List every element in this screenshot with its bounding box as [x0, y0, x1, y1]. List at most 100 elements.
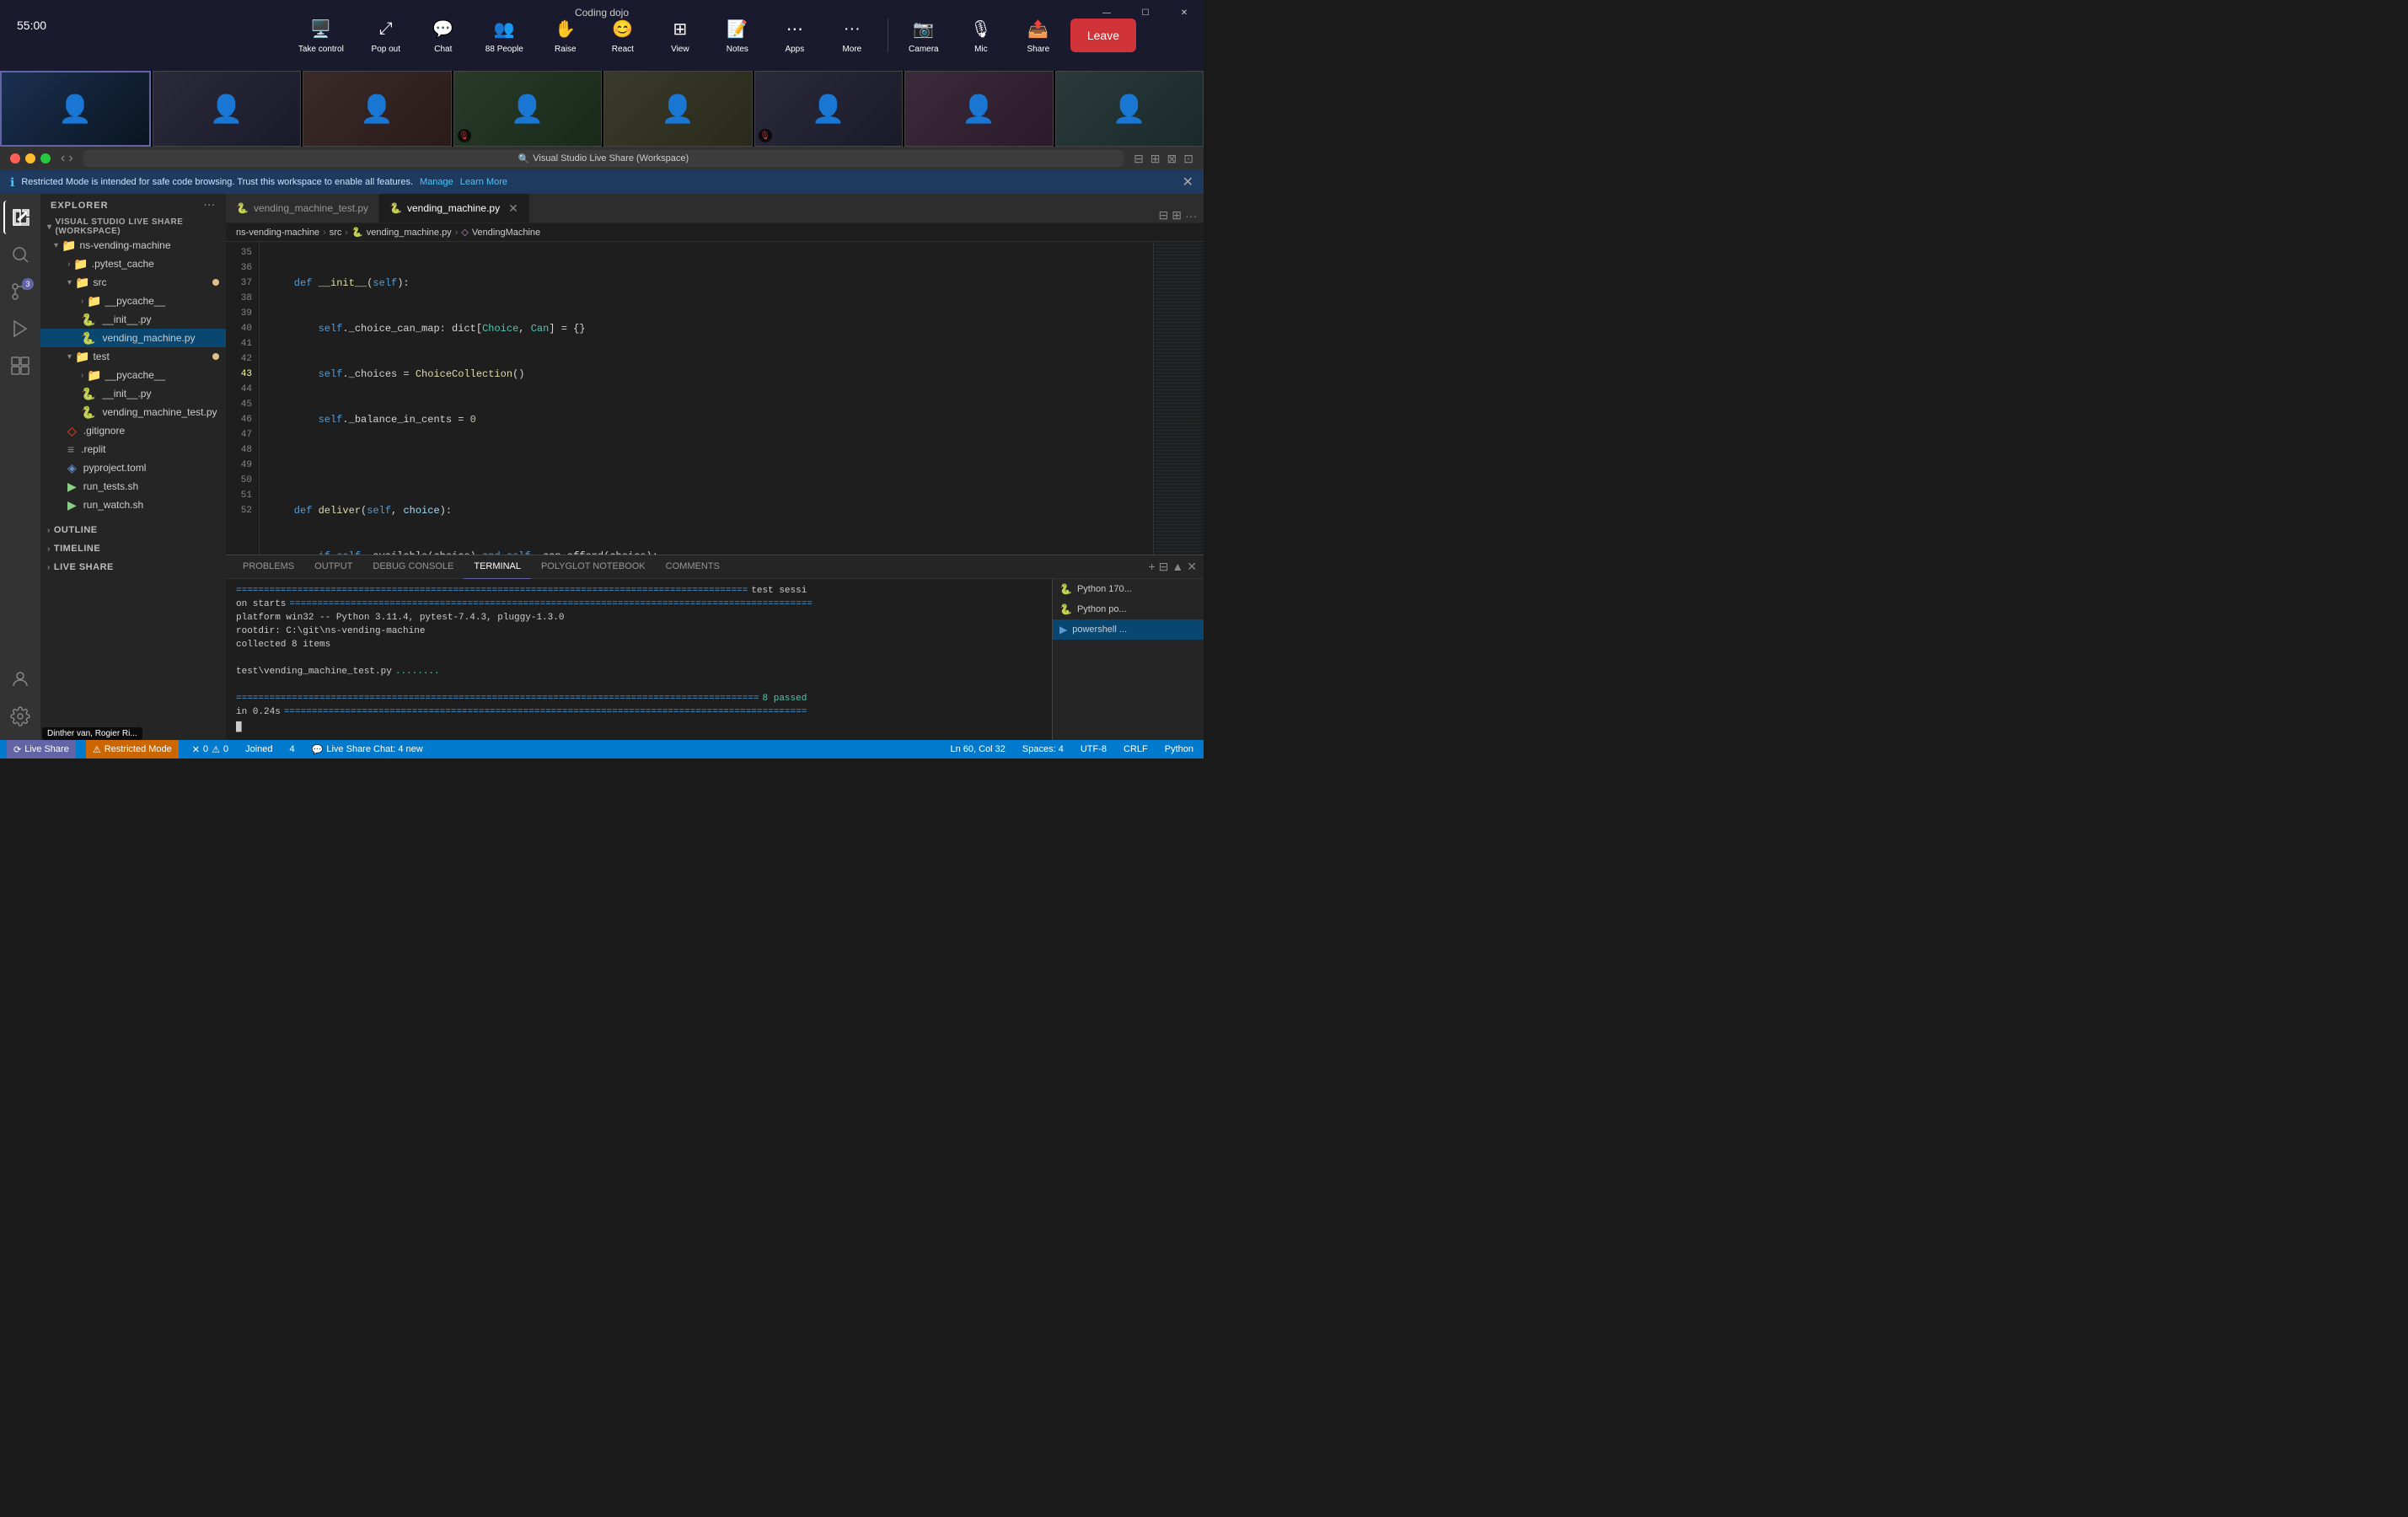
breadcrumb-part-3[interactable]: vending_machine.py [367, 228, 452, 238]
file-init-test[interactable]: 🐍 __init__.py [40, 384, 226, 403]
camera-button[interactable]: 📷 Camera [898, 11, 949, 61]
folder-pycache-test[interactable]: › 📁 __pycache__ [40, 366, 226, 384]
split-editor-button[interactable]: ⊟ [1159, 208, 1169, 222]
file-gitignore[interactable]: ◇ .gitignore [40, 421, 226, 440]
apps-button[interactable]: ⋯ Apps [770, 11, 820, 61]
notes-button[interactable]: 📝 Notes [712, 11, 763, 61]
breadcrumb-part-2[interactable]: src [330, 228, 342, 238]
file-vending-machine-test[interactable]: 🐍 vending_machine_test.py [40, 403, 226, 421]
terminal-maximize-button[interactable]: ▲ [1172, 560, 1183, 574]
raise-button[interactable]: ✋ Raise [540, 11, 591, 61]
folder-src[interactable]: ▾ 📁 src [40, 273, 226, 292]
breadcrumb-part-1[interactable]: ns-vending-machine [236, 228, 319, 238]
grid-icon[interactable]: ⊡ [1183, 152, 1193, 166]
folder-test[interactable]: ▾ 📁 test [40, 347, 226, 366]
file-run-watch[interactable]: ▶ run_watch.sh [40, 496, 226, 514]
activity-extensions[interactable] [3, 349, 37, 383]
learn-more-link[interactable]: Learn More [460, 177, 507, 187]
video-thumb-6[interactable]: 👤 🎙 [754, 71, 904, 147]
activity-account[interactable] [3, 662, 37, 696]
terminal-tab-comments[interactable]: COMMENTS [656, 555, 730, 579]
activity-search[interactable] [3, 238, 37, 271]
folder-pycache-src[interactable]: › 📁 __pycache__ [40, 292, 226, 310]
layout-icon[interactable]: ⊞ [1150, 152, 1161, 166]
file-pyproject[interactable]: ◈ pyproject.toml [40, 458, 226, 477]
code-content[interactable]: def __init__(self): self._choice_can_map… [260, 242, 1153, 555]
activity-explorer[interactable] [3, 201, 37, 234]
live-share-status[interactable]: ⟳ Live Share [7, 740, 76, 758]
add-terminal-button[interactable]: + [1148, 560, 1155, 574]
joined-status[interactable]: Joined [242, 740, 276, 758]
outline-section[interactable]: › OUTLINE [40, 521, 226, 539]
live-share-section[interactable]: › LIVE SHARE [40, 558, 226, 576]
explorer-menu-button[interactable]: ··· [204, 201, 216, 211]
leave-button[interactable]: Leave [1070, 19, 1136, 52]
terminal-close-button[interactable]: ✕ [1187, 560, 1197, 574]
file-init-src[interactable]: 🐍 __init__.py [40, 310, 226, 329]
spaces-status[interactable]: Spaces: 4 [1019, 740, 1067, 758]
terminal-tab-polyglot[interactable]: POLYGLOT NOTEBOOK [531, 555, 656, 579]
language-status[interactable]: Python [1161, 740, 1197, 758]
view-button[interactable]: ⊞ View [655, 11, 705, 61]
workspace-folder[interactable]: ▾ VISUAL STUDIO LIVE SHARE (WORKSPACE) [40, 217, 226, 236]
terminal-panel-powershell[interactable]: ▶ powershell ... [1053, 619, 1204, 640]
video-thumb-4[interactable]: 👤 🎙 [453, 71, 603, 147]
tab-vending-machine-test[interactable]: 🐍 vending_machine_test.py [226, 194, 379, 222]
video-thumb-7[interactable]: 👤 [904, 71, 1054, 147]
address-bar[interactable]: 🔍 Visual Studio Live Share (Workspace) [83, 150, 1124, 167]
share-button[interactable]: 📤 Share [1013, 11, 1064, 61]
panel-layout-icon[interactable]: ⊠ [1167, 152, 1177, 166]
tabs-status[interactable]: 4 [287, 740, 298, 758]
close-button[interactable]: ✕ [1165, 0, 1204, 25]
errors-status[interactable]: ✕ 0 ⚠ 0 [189, 740, 232, 758]
terminal-tab-debug[interactable]: DEBUG CONSOLE [362, 555, 464, 579]
forward-arrow[interactable]: › [68, 151, 72, 166]
notification-close[interactable]: ✕ [1183, 174, 1193, 190]
activity-debug[interactable] [3, 312, 37, 346]
terminal-tab-terminal[interactable]: TERMINAL [464, 555, 531, 579]
minimize-dot[interactable] [25, 153, 35, 163]
manage-link[interactable]: Manage [420, 177, 453, 187]
more-editor-actions[interactable]: ··· [1185, 209, 1197, 222]
activity-source-control[interactable]: 3 [3, 275, 37, 308]
chat-button[interactable]: 💬 Chat [418, 11, 469, 61]
fullscreen-dot[interactable] [40, 153, 51, 163]
encoding-status[interactable]: UTF-8 [1077, 740, 1110, 758]
folder-ns-vending-machine[interactable]: ▾ 📁 ns-vending-machine [40, 236, 226, 255]
terminal-tab-output[interactable]: OUTPUT [304, 555, 362, 579]
video-thumb-1[interactable]: 👤 [0, 71, 151, 147]
tab-close-button[interactable]: ✕ [508, 201, 518, 216]
video-thumb-3[interactable]: 👤 [303, 71, 452, 147]
restricted-mode-status[interactable]: ⚠ Restricted Mode [86, 740, 179, 758]
terminal-split-button[interactable]: ⊟ [1159, 560, 1169, 574]
timeline-section[interactable]: › TIMELINE [40, 539, 226, 558]
split-editor-icon[interactable]: ⊟ [1134, 152, 1144, 166]
ln-col-status[interactable]: Ln 60, Col 32 [947, 740, 1008, 758]
terminal-panel-python-1[interactable]: 🐍 Python 170... [1053, 579, 1204, 599]
video-thumb-8[interactable]: 👤 [1055, 71, 1204, 147]
editor-layout-button[interactable]: ⊞ [1172, 208, 1182, 222]
breadcrumb-part-4[interactable]: VendingMachine [472, 228, 540, 238]
live-share-chat-status[interactable]: 💬 Live Share Chat: 4 new [308, 740, 426, 758]
terminal-content[interactable]: ========================================… [226, 579, 1052, 740]
video-thumb-2[interactable]: 👤 [153, 71, 302, 147]
file-run-tests[interactable]: ▶ run_tests.sh [40, 477, 226, 496]
file-vending-machine[interactable]: 🐍 vending_machine.py [40, 329, 226, 347]
code-editor[interactable]: 35 36 37 38 39 40 41 42 43 44 45 46 [226, 242, 1204, 555]
people-button[interactable]: 👥 88 People [475, 11, 534, 61]
terminal-tab-problems[interactable]: PROBLEMS [233, 555, 304, 579]
video-thumb-5[interactable]: 👤 [603, 71, 753, 147]
mic-button[interactable]: 🎙 Mic [956, 11, 1006, 61]
pop-out-button[interactable]: ⤢ Pop out [361, 11, 411, 61]
react-button[interactable]: 😊 React [598, 11, 648, 61]
more-button[interactable]: ··· More [827, 11, 877, 61]
line-endings-status[interactable]: CRLF [1120, 740, 1151, 758]
activity-settings[interactable] [3, 700, 37, 733]
close-dot[interactable] [10, 153, 20, 163]
terminal-panel-python-2[interactable]: 🐍 Python po... [1053, 599, 1204, 619]
back-arrow[interactable]: ‹ [61, 151, 65, 166]
folder-pytest-cache[interactable]: › 📁 .pytest_cache [40, 255, 226, 273]
file-replit[interactable]: ≡ .replit [40, 440, 226, 458]
tab-vending-machine[interactable]: 🐍 vending_machine.py ✕ [379, 194, 529, 222]
take-control-button[interactable]: 🖥️ Take control [288, 11, 354, 61]
